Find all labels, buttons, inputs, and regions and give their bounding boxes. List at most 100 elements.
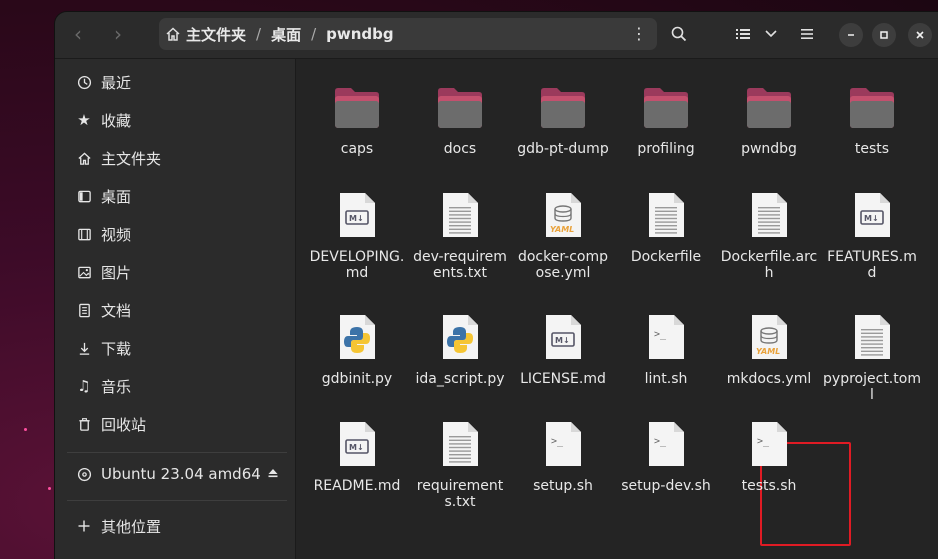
svg-text:YAML: YAML <box>550 225 574 234</box>
trash-icon <box>73 417 95 432</box>
yaml-file-icon: YAML <box>537 187 589 243</box>
path-menu-button[interactable]: ⋮ <box>631 24 647 43</box>
sidebar-item-drive[interactable]: Ubuntu 23.04 amd64 <box>67 460 287 488</box>
file-item[interactable]: M↓ DEVELOPING.md <box>306 187 408 281</box>
download-icon <box>73 341 95 356</box>
file-item[interactable]: profiling <box>615 79 717 157</box>
file-item[interactable]: dev-requirements.txt <box>409 187 511 281</box>
sidebar-item-recent[interactable]: 最近 <box>67 68 287 96</box>
view-options-button[interactable] <box>760 20 782 48</box>
sidebar-item-downloads[interactable]: 下载 <box>67 334 287 362</box>
file-item[interactable]: M↓ FEATURES.md <box>821 187 923 281</box>
file-item[interactable]: requirements.txt <box>409 416 511 510</box>
svg-text:YAML: YAML <box>756 347 780 356</box>
breadcrumb-desktop[interactable]: 桌面 <box>265 24 307 45</box>
file-grid: caps docs gdb-pt-dump profiling pwndbg tests M… <box>296 59 938 559</box>
search-button[interactable] <box>667 20 691 48</box>
file-item[interactable]: pyproject.toml <box>821 309 923 403</box>
file-item[interactable]: M↓ LICENSE.md <box>512 309 614 387</box>
file-name: ida_script.py <box>415 371 505 387</box>
clock-icon <box>73 75 95 90</box>
eject-icon[interactable] <box>267 465 279 483</box>
minimize-button[interactable] <box>839 23 863 47</box>
python-file-icon <box>331 309 383 365</box>
file-item[interactable]: M↓ README.md <box>306 416 408 494</box>
folder-icon <box>434 79 486 135</box>
sidebar-item-music[interactable]: ♫ 音乐 <box>67 372 287 400</box>
sidebar-item-label: 收藏 <box>101 111 132 130</box>
header-bar: ‹ › 主文件夹 / 桌面 / pwndbg ⋮ <box>55 12 938 59</box>
background-sparkle <box>24 428 27 431</box>
file-item[interactable]: tests <box>821 79 923 157</box>
file-item[interactable]: pwndbg <box>718 79 820 157</box>
file-name: setup-dev.sh <box>621 478 711 494</box>
file-item[interactable]: ida_script.py <box>409 309 511 387</box>
file-name: mkdocs.yml <box>726 371 812 387</box>
sidebar-item-pictures[interactable]: 图片 <box>67 258 287 286</box>
file-item[interactable]: >_ lint.sh <box>615 309 717 387</box>
view-list-button[interactable] <box>731 20 755 48</box>
video-icon <box>73 227 95 242</box>
file-name: setup.sh <box>533 478 593 494</box>
hamburger-menu-icon <box>801 29 813 39</box>
sidebar-item-label: 视频 <box>101 225 132 244</box>
sidebar-item-desktop[interactable]: 桌面 <box>67 182 287 210</box>
file-name: gdbinit.py <box>321 371 393 387</box>
file-name: profiling <box>637 141 695 157</box>
sidebar-item-label: 其他位置 <box>101 517 162 536</box>
markdown-file-icon: M↓ <box>537 309 589 365</box>
sidebar-item-documents[interactable]: 文档 <box>67 296 287 324</box>
markdown-file-icon: M↓ <box>331 187 383 243</box>
yaml-file-icon: YAML <box>743 309 795 365</box>
main-menu-button[interactable] <box>795 20 819 48</box>
sidebar-item-label: 桌面 <box>101 187 132 206</box>
background-sparkle <box>48 487 51 490</box>
sidebar-item-label: 最近 <box>101 73 132 92</box>
breadcrumb-home[interactable]: 主文件夹 <box>159 24 252 45</box>
chevron-down-icon <box>765 30 777 38</box>
file-item[interactable]: Dockerfile.arch <box>718 187 820 281</box>
back-button[interactable]: ‹ <box>63 22 93 46</box>
file-item[interactable]: >_ tests.sh <box>718 416 820 494</box>
folder-icon <box>846 79 898 135</box>
document-icon <box>73 303 95 318</box>
breadcrumb-current[interactable]: pwndbg <box>320 25 400 43</box>
file-name: Dockerfile <box>630 249 702 265</box>
file-item[interactable]: YAML mkdocs.yml <box>718 309 820 387</box>
breadcrumb-separator: / <box>256 25 262 43</box>
sidebar-item-label: 文档 <box>101 301 132 320</box>
file-item[interactable]: caps <box>306 79 408 157</box>
file-item[interactable]: >_ setup.sh <box>512 416 614 494</box>
sidebar-item-starred[interactable]: ★ 收藏 <box>67 106 287 134</box>
sidebar-item-videos[interactable]: 视频 <box>67 220 287 248</box>
forward-button[interactable]: › <box>103 22 133 46</box>
music-icon: ♫ <box>77 377 91 395</box>
svg-text:>_: >_ <box>654 329 667 340</box>
sidebar-item-label: 图片 <box>101 263 132 282</box>
sidebar-item-trash[interactable]: 回收站 <box>67 410 287 438</box>
close-icon <box>916 31 924 39</box>
sidebar-item-home[interactable]: 主文件夹 <box>67 144 287 172</box>
text-file-icon <box>434 187 486 243</box>
svg-text:>_: >_ <box>757 436 770 447</box>
file-manager-window: ‹ › 主文件夹 / 桌面 / pwndbg ⋮ 最近 ★ 收藏 主文件夹 桌面… <box>55 12 938 559</box>
file-item[interactable]: >_ setup-dev.sh <box>615 416 717 494</box>
folder-icon <box>331 79 383 135</box>
folder-icon <box>743 79 795 135</box>
file-item[interactable]: docs <box>409 79 511 157</box>
maximize-button[interactable] <box>872 23 896 47</box>
close-button[interactable] <box>908 23 932 47</box>
home-icon <box>73 151 95 166</box>
sidebar-item-other-locations[interactable]: 其他位置 <box>67 512 287 540</box>
text-file-icon <box>434 416 486 472</box>
file-item[interactable]: YAML docker-compose.yml <box>512 187 614 281</box>
file-name: requirements.txt <box>416 478 504 510</box>
text-file-icon <box>640 187 692 243</box>
file-item[interactable]: gdb-pt-dump <box>512 79 614 157</box>
file-item[interactable]: Dockerfile <box>615 187 717 265</box>
sidebar-item-label: 音乐 <box>101 377 132 396</box>
image-icon <box>73 265 95 280</box>
file-item[interactable]: gdbinit.py <box>306 309 408 387</box>
text-file-icon <box>743 187 795 243</box>
file-name: dev-requirements.txt <box>413 249 507 281</box>
